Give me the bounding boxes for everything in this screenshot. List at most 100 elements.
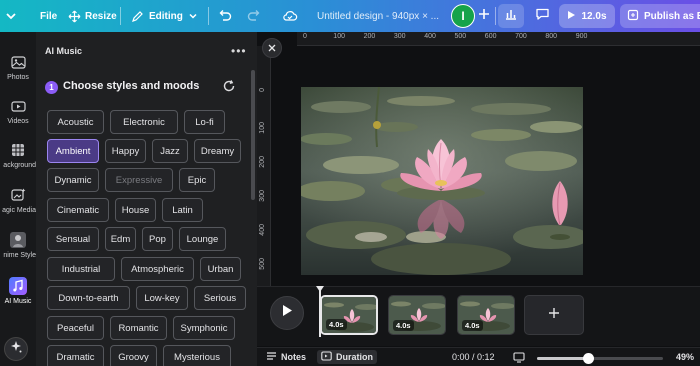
comment-icon (535, 7, 550, 26)
panel-title: AI Music (45, 46, 83, 56)
add-page-button[interactable] (524, 295, 584, 335)
canva-editor: File Resize Editing Untitled design - 94… (0, 0, 700, 366)
notes-icon (266, 351, 277, 363)
divider (208, 7, 209, 25)
rail-item-anime-style[interactable]: nime Style (0, 230, 36, 259)
clip-duration-label: 4.0s (393, 320, 414, 331)
clip-duration-label: 4.0s (462, 320, 483, 331)
menu-icon[interactable] (4, 0, 18, 32)
style-chip-electronic[interactable]: Electronic (110, 110, 178, 134)
style-chip-peaceful[interactable]: Peaceful (47, 316, 104, 340)
chevron-down-icon (188, 11, 198, 21)
style-chip-down-to-earth[interactable]: Down-to-earth (47, 286, 130, 310)
more-options-icon[interactable]: ••• (231, 44, 247, 58)
zoom-slider[interactable] (537, 353, 663, 364)
ruler-tick-label: 200 (259, 156, 266, 168)
style-chip-edm[interactable]: Edm (105, 227, 136, 251)
rail-label: agic Media (2, 207, 36, 214)
style-chip-mysterious[interactable]: Mysterious (163, 345, 231, 366)
file-menu-button[interactable]: File (40, 0, 57, 32)
zoom-slider-knob[interactable] (583, 353, 594, 364)
sparkle-icon (9, 340, 23, 359)
ruler-tick-label: 0 (303, 33, 307, 40)
rail-item-ai-music[interactable]: AI Music (0, 276, 36, 305)
ruler-tick-label: 700 (515, 33, 527, 40)
notes-button[interactable]: Notes (266, 350, 306, 364)
close-panel-button[interactable] (262, 38, 282, 58)
timeline-clip[interactable]: 4.0s (388, 295, 446, 335)
ruler-tick-label: 900 (575, 33, 588, 40)
fullscreen-monitor-icon[interactable] (513, 350, 525, 364)
refresh-icon[interactable] (222, 79, 236, 98)
background-icon (8, 140, 28, 160)
style-chip-dramatic[interactable]: Dramatic (47, 345, 104, 366)
style-chip-ambient[interactable]: Ambient (47, 139, 99, 163)
panel-scrollbar[interactable] (251, 70, 255, 200)
style-chip-low-key[interactable]: Low-key (136, 286, 188, 310)
style-chip-jazz[interactable]: Jazz (152, 139, 188, 163)
style-chip-lo-fi[interactable]: Lo-fi (184, 110, 225, 134)
style-chip-dynamic[interactable]: Dynamic (47, 168, 99, 192)
editing-mode-dropdown[interactable]: Editing (131, 0, 198, 32)
resize-button[interactable]: Resize (68, 0, 117, 32)
style-chip-sensual[interactable]: Sensual (47, 227, 99, 251)
rail-item-photos[interactable]: Photos (0, 52, 36, 81)
bar-chart-icon (504, 7, 518, 26)
playhead[interactable] (319, 287, 321, 337)
rail-item-magic-media[interactable]: agic Media (0, 185, 36, 214)
ruler-tick-label: 300 (393, 33, 406, 40)
timeline-play-button[interactable] (270, 296, 304, 330)
play-icon (567, 10, 576, 23)
style-chip-urban[interactable]: Urban (200, 257, 241, 281)
zoom-percent[interactable]: 49% (676, 350, 694, 364)
style-chip-romantic[interactable]: Romantic (110, 316, 167, 340)
duration-total-label: 12.0s (581, 10, 607, 22)
rail-label: nime Style (3, 252, 36, 259)
cloud-saved-icon[interactable] (282, 0, 298, 32)
photo-icon (8, 52, 28, 72)
redo-button[interactable] (247, 0, 262, 32)
style-chip-groovy[interactable]: Groovy (110, 345, 157, 366)
timeline-clip[interactable]: 4.0s (320, 295, 378, 335)
notes-label: Notes (281, 352, 307, 362)
style-chip-happy[interactable]: Happy (105, 139, 146, 163)
analytics-button[interactable] (498, 4, 524, 28)
style-chip-symphonic[interactable]: Symphonic (173, 316, 235, 340)
close-icon (268, 39, 276, 57)
timeline-icon (321, 351, 332, 363)
style-chip-dreamy[interactable]: Dreamy (194, 139, 241, 163)
magic-assistant-button[interactable] (4, 337, 28, 361)
style-chip-house[interactable]: House (115, 198, 156, 222)
comments-button[interactable] (529, 4, 555, 28)
style-chip-pop[interactable]: Pop (142, 227, 173, 251)
duration-button[interactable]: Duration (317, 350, 377, 364)
present-play-button[interactable]: 12.0s (559, 4, 615, 28)
undo-button[interactable] (217, 0, 232, 32)
ruler-tick-label: 0 (259, 88, 266, 92)
ruler-tick-label: 300 (259, 190, 266, 202)
publish-button[interactable]: Publish as Bra (620, 4, 700, 28)
rail-item-videos[interactable]: Videos (0, 96, 36, 125)
zoom-slider-fill (537, 357, 588, 360)
zoom-percent-label: 49% (676, 352, 695, 362)
ruler-tick-label: 200 (363, 33, 376, 40)
style-chip-serious[interactable]: Serious (194, 286, 246, 310)
divider (120, 7, 121, 25)
style-chip-industrial[interactable]: Industrial (47, 257, 115, 281)
style-chip-atmospheric[interactable]: Atmospheric (121, 257, 194, 281)
ruler-tick-label: 600 (484, 33, 497, 40)
style-chip-lounge[interactable]: Lounge (179, 227, 226, 251)
ruler-tick-label: 400 (424, 33, 436, 40)
add-collaborator-button[interactable] (471, 4, 497, 28)
document-title[interactable]: Untitled design - 940px × ... (317, 0, 439, 32)
style-chip-latin[interactable]: Latin (162, 198, 203, 222)
style-chip-acoustic[interactable]: Acoustic (47, 110, 104, 134)
style-chip-epic[interactable]: Epic (179, 168, 215, 192)
style-chip-expressive[interactable]: Expressive (105, 168, 173, 192)
top-bar: File Resize Editing Untitled design - 94… (0, 0, 700, 32)
timeline-clip[interactable]: 4.0s (457, 295, 515, 335)
rail-item-background[interactable]: ackground (0, 140, 36, 169)
style-chip-cinematic[interactable]: Cinematic (47, 198, 109, 222)
design-artboard[interactable] (301, 87, 583, 275)
ruler-tick-label: 800 (545, 33, 558, 40)
